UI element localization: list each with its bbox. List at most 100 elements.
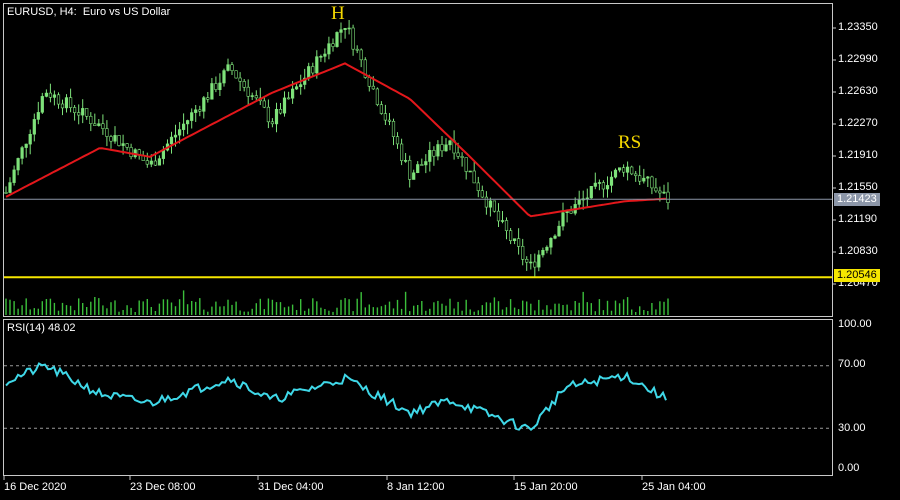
candle-body <box>371 85 375 90</box>
candle-body <box>476 182 480 191</box>
candle-body <box>307 66 311 79</box>
candle-body <box>323 53 327 57</box>
candle-body <box>81 108 85 116</box>
candle-body <box>73 107 77 113</box>
candle-body <box>630 166 634 175</box>
candle-body <box>480 190 484 198</box>
candle-body <box>4 192 8 194</box>
candle-body <box>149 160 153 165</box>
candle-body <box>69 97 73 108</box>
candle-body <box>282 97 287 114</box>
candle-body <box>347 27 351 30</box>
candle-body <box>484 196 489 208</box>
candle-body <box>109 136 113 142</box>
candle-body <box>218 82 222 90</box>
candle-body <box>646 176 650 179</box>
candle-body <box>242 81 246 88</box>
candle-body <box>266 106 271 123</box>
candle-body <box>125 143 129 148</box>
candle-body <box>339 29 343 33</box>
candle-body <box>56 94 61 105</box>
candle-body <box>617 167 622 171</box>
candle-body <box>621 167 626 173</box>
candle-body <box>85 108 89 117</box>
candle-body <box>335 32 339 47</box>
candle-body <box>226 64 230 71</box>
candle-body <box>496 210 501 222</box>
candle-body <box>290 88 295 99</box>
candle-body <box>525 258 529 263</box>
chart-canvas <box>0 0 900 500</box>
right-shoulder-annotation[interactable]: RS <box>618 132 641 154</box>
price-tick-label: 1.22990 <box>838 53 878 65</box>
candle-body <box>157 158 162 166</box>
candle-body <box>464 157 468 172</box>
candle-body <box>343 27 347 30</box>
candle-body <box>379 104 384 114</box>
candle-body <box>77 112 81 116</box>
rsi-tick-label: 30.00 <box>838 422 866 434</box>
candle-body <box>662 191 666 194</box>
candle-body <box>117 135 121 146</box>
candle-body <box>40 96 44 113</box>
candle-body <box>654 187 658 192</box>
candle-body <box>202 97 206 112</box>
candle-body <box>577 199 581 205</box>
time-tick-label: 15 Jan 20:00 <box>514 481 578 493</box>
candle-body <box>488 200 493 208</box>
candle-body <box>182 123 186 130</box>
candle-body <box>549 238 553 248</box>
candle-body <box>638 175 642 182</box>
candle-body <box>355 48 359 51</box>
candle-body <box>270 121 275 125</box>
candle-body <box>605 185 610 190</box>
candle-body <box>254 95 258 99</box>
candle-body <box>424 161 428 166</box>
candle-body <box>504 220 509 231</box>
candle-body <box>557 225 561 237</box>
price-tick-label: 1.21910 <box>838 149 878 161</box>
candle-body <box>60 103 65 109</box>
candle-body <box>315 56 319 74</box>
candle-body <box>206 97 210 100</box>
candle-body <box>448 140 452 146</box>
candle-body <box>113 135 117 142</box>
candle-body <box>516 238 521 247</box>
candle-body <box>105 128 109 137</box>
candle-body <box>492 200 497 212</box>
candle-body <box>569 210 573 214</box>
candle-body <box>436 144 440 157</box>
rsi-tick-label: 100.00 <box>838 318 872 330</box>
candle-body <box>589 186 593 199</box>
candle-body <box>294 86 299 90</box>
candle-body <box>387 119 392 122</box>
candle-body <box>16 158 20 171</box>
price-tick-label: 1.22630 <box>838 85 878 97</box>
candle-body <box>472 170 476 184</box>
candle-body <box>173 134 178 138</box>
candle-body <box>403 160 408 162</box>
candle-body <box>250 95 254 97</box>
current-price-badge: 1.21423 <box>834 193 880 206</box>
candle-body <box>198 109 202 112</box>
candle-body <box>367 77 371 87</box>
candle-body <box>658 190 662 194</box>
candle-body <box>650 176 654 189</box>
candle-body <box>8 182 12 193</box>
candle-body <box>64 97 69 109</box>
chart-info-label: EURUSD, H4: Euro vs US Dollar <box>7 6 171 18</box>
head-annotation[interactable]: H <box>331 3 345 25</box>
candle-body <box>129 147 133 157</box>
price-tick-label: 1.20830 <box>838 245 878 257</box>
candle-body <box>274 109 279 125</box>
candle-body <box>222 70 226 84</box>
price-tick-label: 1.23350 <box>838 21 878 33</box>
candle-body <box>169 136 174 145</box>
candle-body <box>383 113 388 121</box>
timeframe-label: H4: <box>59 6 77 18</box>
candle-body <box>561 212 565 227</box>
candle-body <box>553 235 557 239</box>
candle-body <box>299 84 303 87</box>
candle-body <box>395 136 400 145</box>
candle-body <box>468 170 472 173</box>
